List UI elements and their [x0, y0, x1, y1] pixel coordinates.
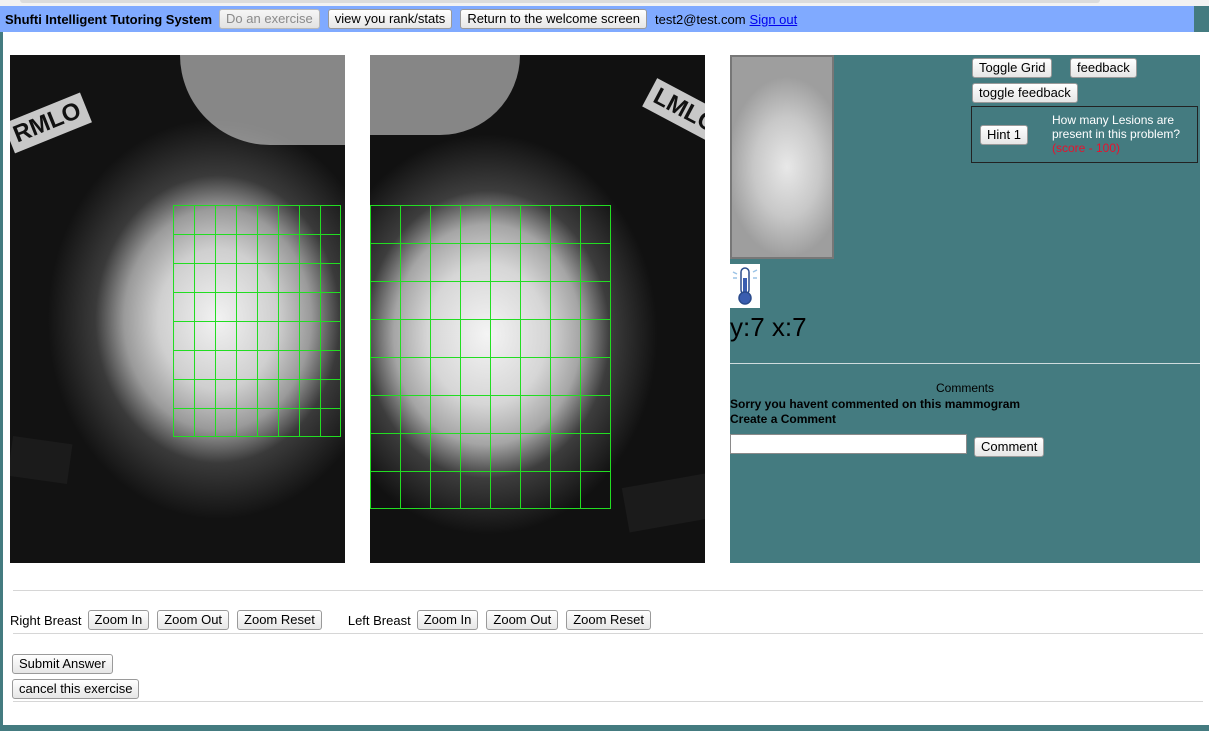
left-zoom-reset-button[interactable]: Zoom Reset — [566, 610, 652, 630]
divider — [13, 590, 1203, 591]
toggle-grid-button[interactable]: Toggle Grid — [972, 58, 1053, 78]
thermometer-icon — [730, 264, 760, 308]
toggle-feedback-button[interactable]: toggle feedback — [972, 83, 1078, 103]
scrollbar-track — [20, 0, 1100, 3]
user-email: test2@test.com — [655, 11, 746, 27]
right-zoom-out-button[interactable]: Zoom Out — [157, 610, 230, 630]
comment-button[interactable]: Comment — [974, 437, 1045, 457]
app-title: Shufti Intelligent Tutoring System — [5, 11, 213, 27]
rank-stats-button[interactable]: view you rank/stats — [327, 9, 453, 29]
grid-coordinates: y:7 x:7 — [730, 312, 807, 342]
hint-question: How many Lesions are present in this pro… — [1052, 113, 1194, 155]
divider — [13, 633, 1203, 634]
app-header: Shufti Intelligent Tutoring System Do an… — [0, 6, 1194, 32]
left-zoom-in-button[interactable]: Zoom In — [416, 610, 479, 630]
do-exercise-button[interactable]: Do an exercise — [219, 9, 320, 29]
cancel-exercise-button[interactable]: cancel this exercise — [12, 679, 140, 699]
zoom-controls: Right Breast Zoom In Zoom Out Zoom Reset… — [10, 610, 659, 630]
right-grid-overlay[interactable] — [10, 55, 345, 563]
right-zoom-in-button[interactable]: Zoom In — [87, 610, 150, 630]
feedback-button[interactable]: feedback — [1070, 58, 1137, 78]
sign-out-link[interactable]: Sign out — [750, 12, 798, 27]
mammogram-thumbnail[interactable] — [730, 55, 834, 259]
hint-score: (score - 100) — [1052, 141, 1121, 155]
submit-answer-button[interactable]: Submit Answer — [12, 654, 113, 674]
panel-divider — [730, 363, 1200, 364]
right-breast-label: Right Breast — [10, 612, 82, 628]
left-zoom-out-button[interactable]: Zoom Out — [486, 610, 559, 630]
return-welcome-button[interactable]: Return to the welcome screen — [460, 9, 648, 29]
left-grid-overlay[interactable] — [370, 55, 705, 563]
left-breast-label: Left Breast — [347, 612, 411, 628]
right-breast-image[interactable]: RMLO — [10, 55, 345, 563]
comments-title: Comments — [935, 381, 994, 395]
divider — [13, 701, 1203, 702]
hint-button[interactable]: Hint 1 — [980, 125, 1028, 145]
no-comment-message: Sorry you havent commented on this mammo… — [730, 397, 1021, 411]
create-comment-label: Create a Comment — [730, 412, 837, 426]
right-zoom-reset-button[interactable]: Zoom Reset — [237, 610, 322, 630]
left-breast-image[interactable]: LMLO — [370, 55, 705, 563]
hint-question-text: How many Lesions are present in this pro… — [1052, 113, 1181, 141]
comment-input[interactable] — [730, 434, 967, 454]
